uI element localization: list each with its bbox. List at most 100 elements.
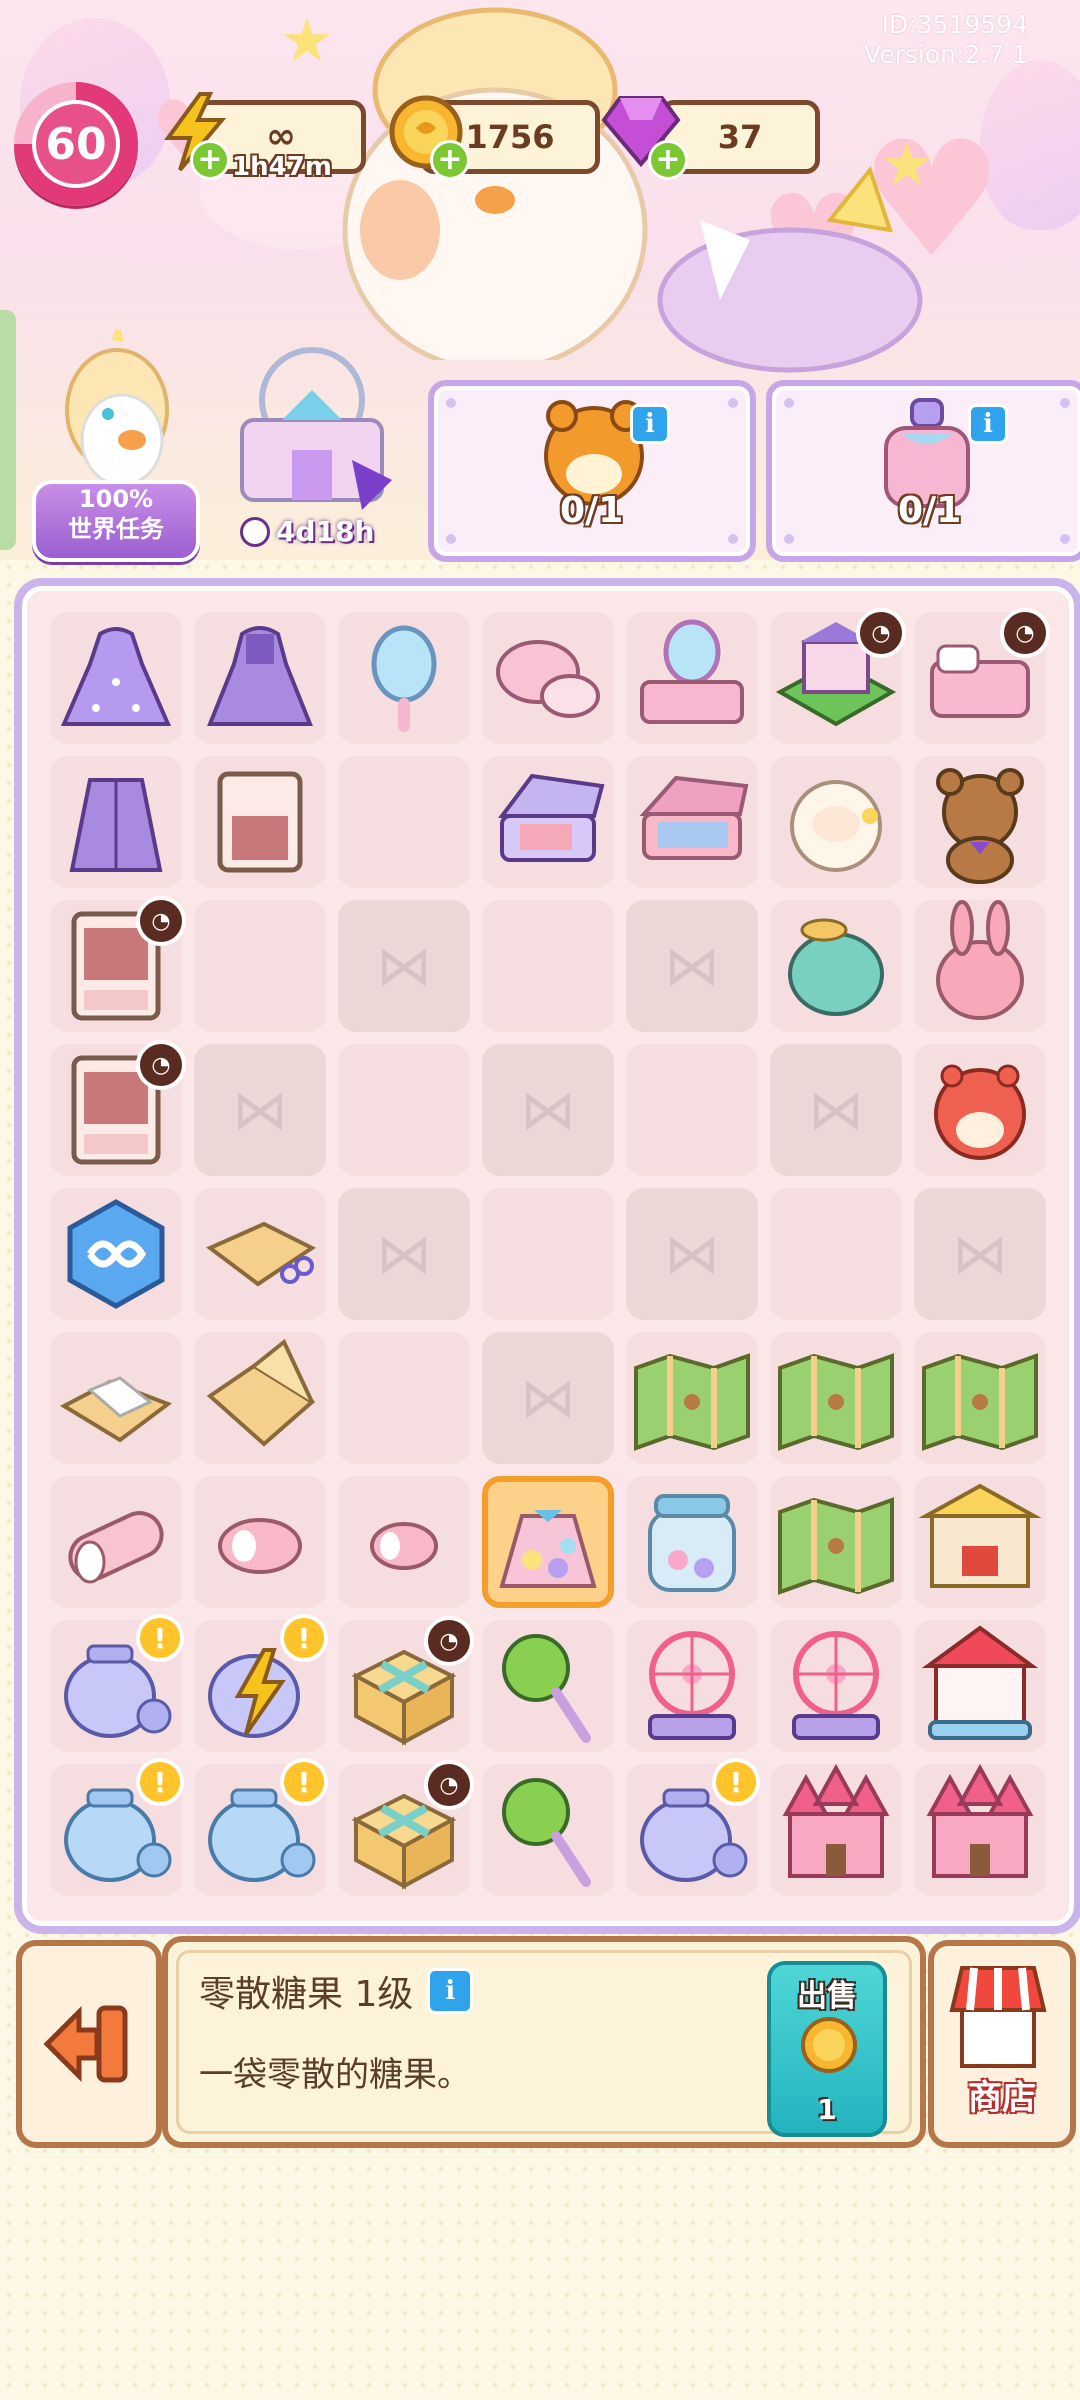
board-cell[interactable] <box>764 1470 908 1614</box>
timer-badge-icon: ◔ <box>856 608 906 658</box>
board-cell[interactable]: ◔ <box>44 1038 188 1182</box>
board-cell[interactable]: ⋈ <box>332 1182 476 1326</box>
shop-button[interactable]: 商店 <box>928 1940 1076 2148</box>
board-cell[interactable] <box>44 606 188 750</box>
alert-badge-icon: ! <box>280 1614 328 1662</box>
board-cell[interactable] <box>476 750 620 894</box>
shop-label: 商店 <box>968 2078 1036 2118</box>
board-cell[interactable]: ⋈ <box>908 1182 1052 1326</box>
board-cell[interactable]: ◔ <box>332 1758 476 1902</box>
coin-value: 1756 <box>465 118 555 156</box>
box-scissors-icon <box>206 1221 316 1287</box>
board-cell[interactable] <box>44 1470 188 1614</box>
sell-button[interactable]: 出售 1 <box>767 1961 887 2137</box>
board-cell[interactable]: ⋈ <box>476 1038 620 1182</box>
sheep-plush-icon <box>790 780 882 872</box>
lollipop-icon <box>502 1634 591 1743</box>
board-cell[interactable]: ◔ <box>332 1614 476 1758</box>
board-cell[interactable]: ! <box>44 1758 188 1902</box>
board-cell[interactable] <box>188 1470 332 1614</box>
locked-bow-icon: ⋈ <box>520 1077 576 1143</box>
add-gems-button[interactable]: + <box>648 140 688 180</box>
event-timer-text: 4d18h <box>276 515 375 548</box>
board-cell[interactable]: ◔ <box>764 606 908 750</box>
order-card-2[interactable]: i 0/1 <box>766 380 1080 562</box>
board-cell[interactable] <box>908 1614 1052 1758</box>
star-decoration: ★ <box>280 6 334 76</box>
board-cell[interactable] <box>908 1758 1052 1902</box>
board-cell[interactable]: ⋈ <box>476 1326 620 1470</box>
board-cell[interactable] <box>908 750 1052 894</box>
board-cell[interactable] <box>476 1614 620 1758</box>
board-cell[interactable] <box>908 894 1052 1038</box>
side-drawer-tab[interactable] <box>0 310 16 550</box>
board-cell[interactable]: ⋈ <box>620 894 764 1038</box>
board-cell[interactable] <box>188 894 332 1038</box>
world-task-button[interactable]: 100% 世界任务 <box>32 330 200 562</box>
board-cell[interactable] <box>332 750 476 894</box>
order-card-1[interactable]: i 0/1 <box>428 380 756 562</box>
event-park-button[interactable]: 4d18h <box>222 340 402 560</box>
add-energy-button[interactable]: + <box>190 140 230 180</box>
board-cell[interactable]: ! <box>44 1614 188 1758</box>
board-cell[interactable]: ! <box>188 1614 332 1758</box>
item-info-icon[interactable]: i <box>427 1968 474 2014</box>
board-cell[interactable] <box>44 1182 188 1326</box>
board-cell[interactable] <box>620 1038 764 1182</box>
board-cell[interactable] <box>764 1614 908 1758</box>
board-cell[interactable] <box>188 606 332 750</box>
board-cell[interactable] <box>620 1326 764 1470</box>
open-box-2-icon <box>206 1338 316 1447</box>
cell-background <box>194 900 326 1032</box>
board-cell[interactable] <box>764 1182 908 1326</box>
board-cell[interactable] <box>764 894 908 1038</box>
energy-value: ∞ <box>266 116 296 157</box>
board-cell[interactable] <box>620 750 764 894</box>
item-description: 一袋零散的糖果。 <box>199 2055 471 2095</box>
board-cell[interactable] <box>476 1758 620 1902</box>
board-cell[interactable] <box>332 1326 476 1470</box>
marshmallow-small-icon <box>218 1518 302 1574</box>
board-cell[interactable]: ⋈ <box>332 894 476 1038</box>
board-cell[interactable] <box>908 1038 1052 1182</box>
board-cell[interactable] <box>908 1326 1052 1470</box>
board-cell[interactable] <box>476 606 620 750</box>
board-cell[interactable] <box>188 1182 332 1326</box>
board-cell[interactable]: ⋈ <box>764 1038 908 1182</box>
board-cell[interactable] <box>764 750 908 894</box>
board-cell[interactable] <box>620 1470 764 1614</box>
board-cell[interactable] <box>44 750 188 894</box>
level-badge[interactable]: 60 <box>14 82 138 206</box>
board-cell[interactable] <box>476 1470 620 1614</box>
board-cell[interactable]: ◔ <box>44 894 188 1038</box>
board-cell[interactable]: ! <box>188 1758 332 1902</box>
board-cell[interactable] <box>908 1470 1052 1614</box>
board-cell[interactable] <box>476 894 620 1038</box>
board-cell[interactable]: ! <box>620 1758 764 1902</box>
add-coins-button[interactable]: + <box>430 140 470 180</box>
rivet <box>784 534 794 544</box>
lollipop-icon <box>502 1778 591 1887</box>
ferris-wheel-icon <box>792 1631 880 1740</box>
item-title: 零散糖果 1级 <box>199 1974 414 2015</box>
board-cell[interactable] <box>620 1614 764 1758</box>
order-info-button[interactable]: i <box>968 404 1008 444</box>
board-cell[interactable]: ◔ <box>908 606 1052 750</box>
purple-dress-icon <box>207 626 313 726</box>
board-cell[interactable] <box>332 1470 476 1614</box>
board-cell[interactable] <box>764 1326 908 1470</box>
board-cell[interactable] <box>44 1326 188 1470</box>
board-cell[interactable] <box>188 1326 332 1470</box>
board-cell[interactable]: ⋈ <box>620 1182 764 1326</box>
board-cell[interactable] <box>764 1758 908 1902</box>
board-cell[interactable] <box>476 1182 620 1326</box>
exit-button[interactable] <box>16 1940 162 2148</box>
board-cell[interactable] <box>620 606 764 750</box>
cell-background <box>338 1332 470 1464</box>
board-cell[interactable]: ⋈ <box>188 1038 332 1182</box>
board-cell[interactable] <box>332 606 476 750</box>
board-cell[interactable] <box>188 750 332 894</box>
timer-badge-icon: ◔ <box>424 1760 474 1810</box>
order-info-button[interactable]: i <box>630 404 670 444</box>
board-cell[interactable] <box>332 1038 476 1182</box>
